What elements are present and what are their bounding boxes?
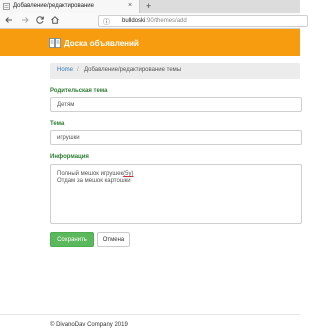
breadcrumb-separator: /: [77, 67, 79, 73]
info-line-2: Отдам за мешок картошки: [57, 178, 131, 184]
topic-input[interactable]: игрушки: [50, 130, 302, 145]
breadcrumb-current: Добавление/редактирование темы: [84, 67, 182, 73]
parent-topic-select[interactable]: Детям: [50, 97, 302, 112]
topic-value: игрушки: [57, 135, 80, 141]
close-tab-icon[interactable]: ×: [128, 2, 132, 9]
browser-toolbar: ⓘ bulldoski:90/themes/add: [0, 13, 308, 29]
board-icon: [49, 38, 61, 48]
cancel-button[interactable]: Отмена: [97, 232, 130, 247]
save-button[interactable]: Сохранить: [50, 232, 94, 247]
parent-topic-value: Детям: [57, 102, 75, 108]
parent-topic-label: Родительская тема: [50, 88, 108, 94]
site-header: Доска объявлений: [0, 29, 300, 56]
page-favicon-icon: [3, 3, 10, 10]
breadcrumb: Home / Добавление/редактирование темы: [50, 63, 300, 79]
home-icon[interactable]: [50, 15, 60, 28]
back-arrow-icon[interactable]: [4, 15, 14, 28]
topic-label: Тема: [50, 121, 65, 127]
brand-title: Доска объявлений: [64, 38, 139, 48]
browser-tab[interactable]: Добавление/редактирование ×: [0, 0, 140, 13]
site-brand[interactable]: Доска объявлений: [49, 37, 139, 49]
info-line-1: Полный мешок игрушек(5у): [57, 171, 134, 177]
address-bar[interactable]: ⓘ bulldoski:90/themes/add: [98, 15, 308, 27]
forward-arrow-icon[interactable]: [20, 15, 30, 28]
reload-icon[interactable]: [35, 15, 45, 28]
breadcrumb-home-link[interactable]: Home: [57, 67, 73, 73]
browser-tab-title: Добавление/редактирование: [13, 3, 94, 9]
info-label: Информация: [50, 154, 89, 160]
new-tab-icon[interactable]: +: [146, 1, 151, 11]
info-textarea[interactable]: Полный мешок игрушек(5у) Отдам за мешок …: [50, 164, 302, 224]
footer-copyright: © DivanoDav Company 2019: [50, 322, 128, 328]
footer-divider: [0, 314, 300, 315]
browser-tab-bar: Добавление/редактирование × +: [0, 0, 300, 13]
url-text: bulldoski:90/themes/add: [122, 18, 187, 24]
site-info-icon[interactable]: ⓘ: [103, 17, 110, 27]
